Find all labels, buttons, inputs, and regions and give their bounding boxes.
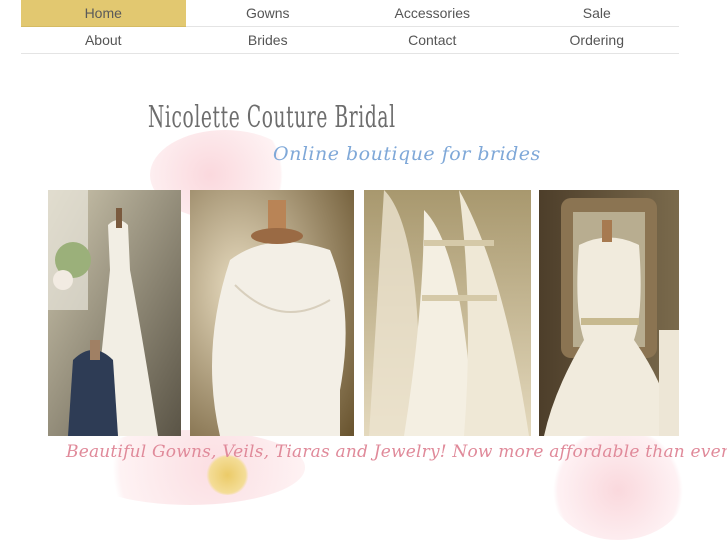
gown-photo-3[interactable] — [364, 190, 531, 436]
nav-row-1: Home Gowns Accessories Sale — [21, 0, 679, 27]
nav-accessories[interactable]: Accessories — [350, 0, 515, 27]
site-title: Nicolette Couture Bridal — [148, 100, 396, 135]
nav-row-2: About Brides Contact Ordering — [21, 27, 679, 54]
gown-photo-1[interactable] — [48, 190, 181, 436]
gown-photo-4[interactable] — [539, 190, 679, 436]
nav-ordering[interactable]: Ordering — [514, 27, 679, 54]
nav-gowns[interactable]: Gowns — [185, 0, 350, 27]
gown-photo-2[interactable] — [190, 190, 354, 436]
slogan-text: Beautiful Gowns, Veils, Tiaras and Jewel… — [66, 442, 727, 462]
site-tagline: Online boutique for brides — [273, 143, 541, 165]
nav-contact[interactable]: Contact — [350, 27, 515, 54]
nav-sale[interactable]: Sale — [514, 0, 679, 27]
nav-home[interactable]: Home — [21, 0, 186, 27]
nav-brides[interactable]: Brides — [185, 27, 350, 54]
nav-about[interactable]: About — [21, 27, 186, 54]
